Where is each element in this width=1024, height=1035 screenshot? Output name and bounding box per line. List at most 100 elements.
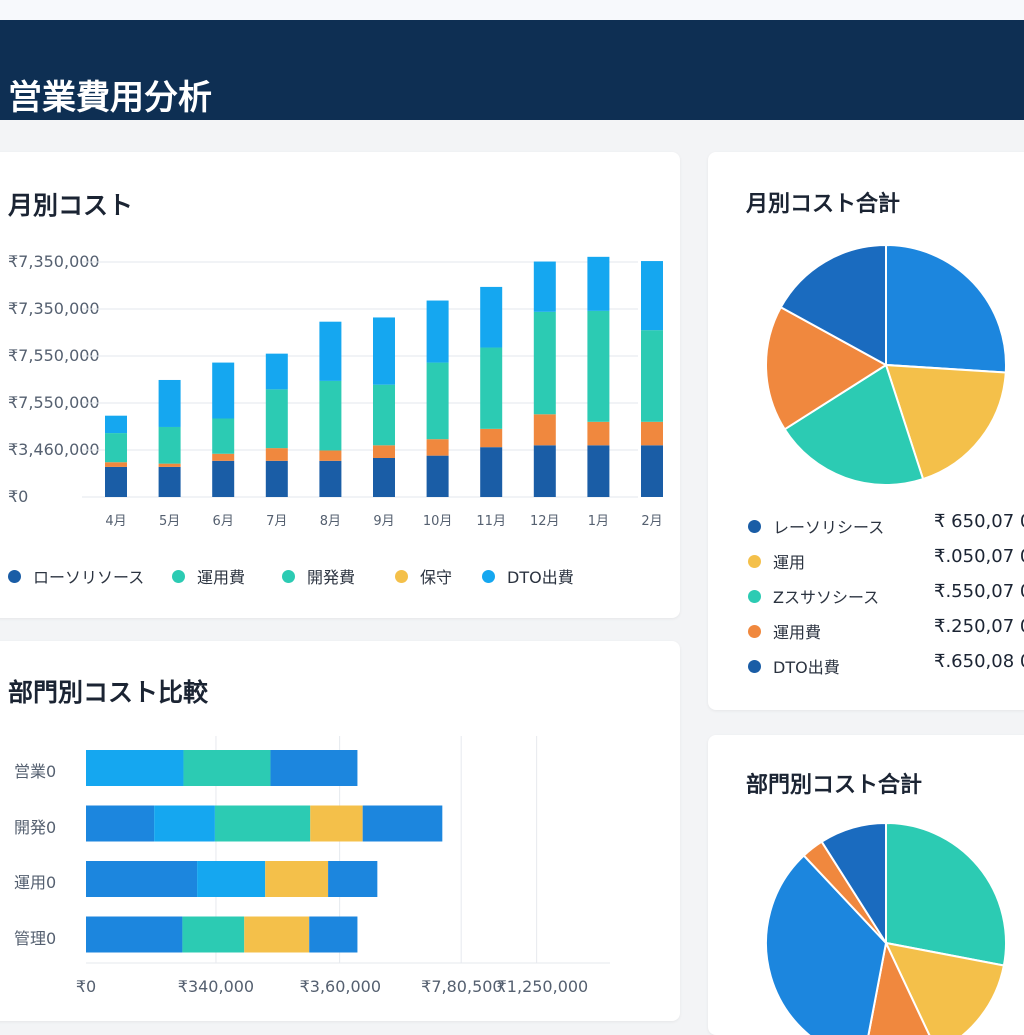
bar-segment (641, 445, 663, 497)
department-total-card: 部門別コスト合計 (708, 735, 1024, 1035)
legend-item: 保守 (395, 564, 452, 588)
bar-segment (480, 347, 503, 429)
bar-segment (244, 916, 310, 953)
bar-segment (158, 466, 181, 497)
legend-dot-icon (482, 569, 495, 583)
y-tick-label: 営業0 (14, 762, 57, 781)
legend-item: ローソリソース (8, 564, 144, 588)
bar-segment (105, 415, 127, 434)
bar-segment (158, 379, 181, 427)
bar-segment (212, 460, 235, 497)
bar-segment (319, 460, 342, 497)
bar-segment (86, 750, 184, 786)
bar-segment (309, 916, 358, 953)
bar-segment (265, 448, 288, 461)
legend-dot-icon (8, 569, 21, 583)
bar-segment (86, 916, 183, 953)
legend-dot-icon (748, 554, 761, 568)
legend-value: ₹ 650,07 00 (934, 511, 1024, 532)
bar-segment (86, 805, 155, 842)
bar-segment (319, 380, 342, 451)
legend-dot-icon (282, 569, 295, 583)
bar-segment (86, 861, 198, 897)
legend-label: 保守 (420, 568, 453, 587)
bar-segment (270, 750, 358, 786)
bar-segment (328, 861, 378, 897)
bar-segment (158, 426, 181, 464)
page-title: 営業費用分析 (8, 78, 212, 118)
bar-segment (426, 362, 449, 440)
pie-legend-item: レーソリシース (748, 514, 884, 538)
x-tick-label: ₹340,000 (177, 977, 255, 996)
legend-dot-icon (748, 589, 761, 603)
legend-item: 開発費 (282, 564, 355, 588)
bar-segment (480, 447, 503, 497)
bar-segment (265, 389, 288, 449)
bar-segment (265, 460, 288, 497)
legend-value: ₹.050,07 00 (934, 546, 1024, 567)
legend-label: レーソリシース (773, 518, 885, 537)
bar-segment (105, 466, 127, 497)
pie-legend-item: DTO出費 (748, 654, 840, 678)
bar-segment (158, 463, 181, 467)
y-tick-label: 管理0 (14, 928, 57, 948)
bar-segment (587, 421, 610, 446)
department-total-pie (765, 821, 1007, 1035)
bar-segment (587, 445, 610, 497)
legend-dot-icon (172, 569, 185, 583)
bar-segment (587, 256, 610, 311)
legend-label: Zスサソシース (773, 588, 880, 607)
bar-segment (212, 362, 235, 419)
x-tick-label: 2月 (641, 514, 663, 529)
bar-segment (183, 750, 271, 786)
monthly-total-card: 月別コスト合計 レーソリシース₹ 650,07 00運用₹.050,07 00Z… (708, 152, 1024, 710)
bar-segment (319, 450, 342, 461)
bar-segment (154, 805, 215, 842)
bar-segment (197, 861, 266, 897)
bar-segment (105, 462, 127, 467)
bar-segment (587, 310, 610, 422)
bar-segment (480, 428, 503, 448)
bar-segment (426, 300, 449, 363)
legend-dot-icon (748, 659, 761, 673)
pie-legend-item: 運用 (748, 549, 805, 573)
x-tick-label: 8月 (319, 514, 342, 529)
bar-segment (641, 330, 663, 422)
bar-segment (310, 805, 363, 842)
department-cost-chart (86, 736, 610, 964)
bar-segment (533, 261, 556, 312)
bar-segment (533, 414, 556, 446)
x-tick-label: 11月 (476, 514, 506, 529)
x-tick-label: 1月 (587, 514, 610, 529)
x-tick-label: ₹7,80,500 (421, 977, 503, 996)
bar-segment (480, 286, 503, 348)
legend-value: ₹.250,07 00 (934, 616, 1024, 637)
app-header: 営業費用分析 (0, 20, 1024, 120)
bar-segment (373, 457, 395, 497)
pie-legend-item: 運用費 (748, 619, 821, 643)
bar-segment (426, 455, 449, 497)
top-strip (0, 0, 1024, 20)
x-tick-label: 5月 (158, 514, 181, 529)
bar-segment (105, 433, 127, 463)
legend-value: ₹.550,07 00 (934, 581, 1024, 602)
x-tick-label: 10月 (422, 514, 453, 529)
legend-label: ローソリソース (33, 568, 145, 587)
x-tick-label: ₹0 (75, 977, 97, 996)
bar-segment (362, 805, 443, 842)
x-tick-label: ₹3,60,000 (299, 977, 382, 996)
legend-label: 開発費 (307, 568, 356, 587)
bar-segment (373, 384, 395, 446)
legend-label: 運用費 (197, 568, 246, 587)
x-tick-label: 12月 (530, 514, 560, 529)
bar-segment (426, 439, 449, 456)
monthly-cost-card: 月別コスト ₹7,350,000 ₹7,350,000 ₹7,550,000 ₹7,5… (0, 152, 680, 618)
bar-segment (182, 916, 245, 953)
bar-segment (641, 261, 663, 331)
bar-segment (212, 453, 235, 461)
legend-item: DTO出費 (482, 564, 574, 588)
bar-segment (641, 421, 663, 446)
bar-segment (212, 418, 235, 454)
bar-segment (533, 311, 556, 415)
bar-segment (373, 317, 395, 385)
